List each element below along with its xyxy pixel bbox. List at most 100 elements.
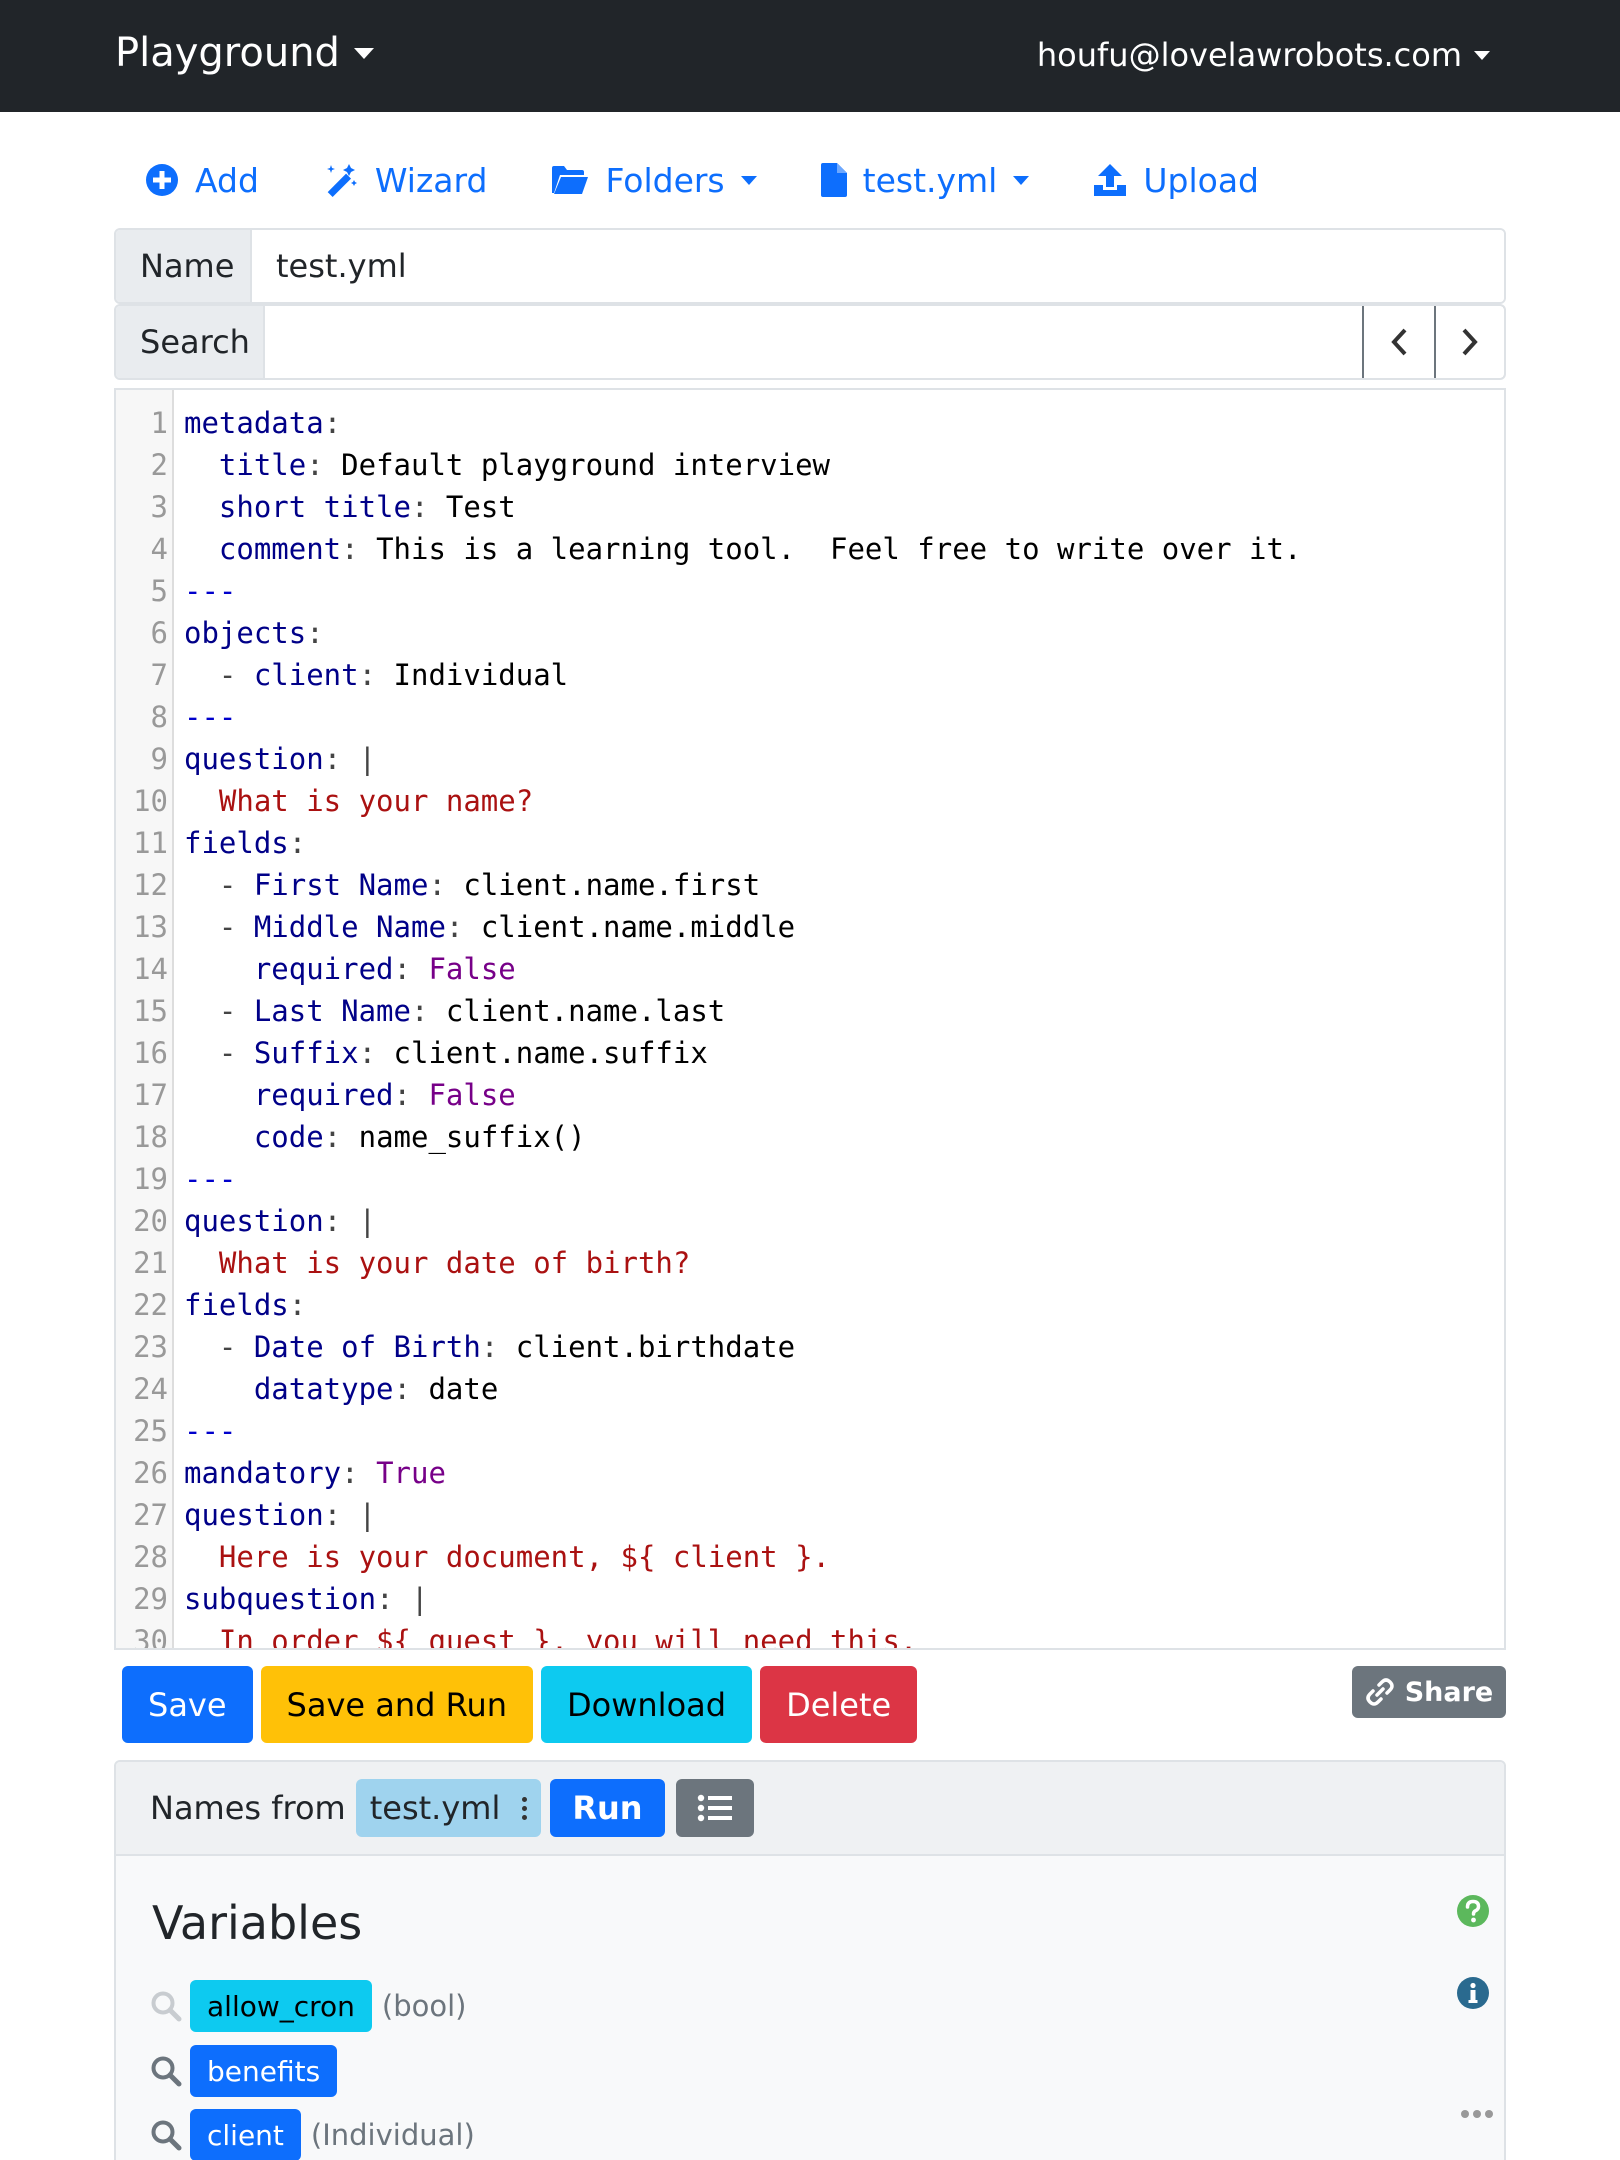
question-circle-icon[interactable] (1456, 1894, 1490, 1928)
code-text: --- (174, 696, 236, 738)
file-dropdown[interactable]: test.yml (820, 160, 1030, 200)
chevron-down-icon (1013, 175, 1030, 185)
code-token: required (253, 1078, 394, 1112)
playground-toolbar: Add Wizard Folders test.yml Upload (145, 158, 1323, 202)
line-number: 14 (133, 952, 168, 986)
code-text: fields: (174, 1284, 306, 1326)
code-token: : (410, 994, 446, 1028)
share-button[interactable]: Share (1352, 1666, 1506, 1718)
code-token: - (218, 910, 254, 944)
search-input[interactable] (265, 306, 1362, 378)
code-token: Date of Birth (253, 1330, 481, 1364)
names-file-select[interactable]: test.yml (355, 1779, 542, 1837)
code-token: True (376, 1456, 446, 1490)
add-button[interactable]: Add (145, 161, 259, 200)
code-line: 4 comment: This is a learning tool. Feel… (116, 528, 1504, 570)
code-line: 23 - Date of Birth: client.birthdate (116, 1326, 1504, 1368)
upload-button[interactable]: Upload (1093, 161, 1259, 200)
code-token: date (428, 1372, 499, 1406)
list-icon (697, 1794, 732, 1822)
magnifier-icon[interactable] (150, 2055, 182, 2087)
line-number: 29 (133, 1582, 168, 1616)
code-token: question (184, 1498, 324, 1532)
code-text: question: | (174, 1200, 376, 1242)
list-button[interactable] (675, 1779, 754, 1837)
save-and-run-button[interactable]: Save and Run (260, 1666, 533, 1743)
code-token: Individual (393, 658, 569, 692)
line-number: 21 (133, 1246, 168, 1280)
code-text: --- (174, 1410, 236, 1452)
code-token: - (218, 994, 254, 1028)
line-number: 7 (150, 658, 168, 692)
upload-label: Upload (1143, 160, 1259, 200)
magnifier-icon[interactable] (150, 2119, 182, 2151)
user-email: houfu@lovelawrobots.com (1036, 36, 1462, 74)
variable-name[interactable]: client (190, 2109, 301, 2160)
delete-button[interactable]: Delete (760, 1666, 918, 1743)
magnifier-icon[interactable] (150, 1990, 182, 2022)
code-token: --- (184, 700, 237, 734)
info-circle-icon[interactable] (1456, 1976, 1490, 2010)
folders-dropdown[interactable]: Folders (551, 160, 757, 200)
line-number: 10 (133, 784, 168, 818)
code-token: metadata (184, 406, 324, 440)
code-editor[interactable]: 1 metadata: 2 title: Default playground in… (114, 388, 1506, 1650)
code-token: What is your name? (184, 784, 534, 818)
code-token: : (393, 1078, 429, 1112)
wizard-button[interactable]: Wizard (323, 161, 487, 200)
variable-name[interactable]: benefits (190, 2045, 338, 2097)
user-menu[interactable]: houfu@lovelawrobots.com (1037, 36, 1490, 74)
add-label: Add (195, 160, 259, 200)
code-token: - (218, 1330, 254, 1364)
search-previous-button[interactable] (1364, 306, 1434, 378)
ellipsis-icon[interactable] (1460, 2108, 1494, 2120)
code-token: In order ${ quest }, you will need this. (184, 1624, 918, 1650)
code-text: required: False (174, 948, 516, 990)
run-button[interactable]: Run (550, 1779, 665, 1837)
code-token: : (428, 868, 464, 902)
code-line: 25 --- (116, 1410, 1504, 1452)
code-line: 16 - Suffix: client.name.suffix (116, 1032, 1504, 1074)
code-line: 13 - Middle Name: client.name.middle (116, 906, 1504, 948)
line-number: 1 (150, 406, 168, 440)
download-button[interactable]: Download (541, 1666, 753, 1743)
code-line: 3 short title: Test (116, 486, 1504, 528)
folder-open-icon (552, 166, 589, 194)
code-token: What is your date of birth? (184, 1246, 691, 1280)
code-text: required: False (174, 1074, 516, 1116)
code-token: Default playground interview (341, 448, 831, 482)
code-token: : (341, 532, 377, 566)
code-token: Here is your document, ${ client }. (184, 1540, 831, 1574)
code-text: --- (174, 570, 236, 612)
magic-wand-icon (326, 164, 357, 198)
code-line: 30 In order ${ quest }, you will need th… (116, 1620, 1504, 1650)
folders-label: Folders (605, 160, 725, 200)
file-icon (820, 163, 847, 197)
navbar: Playground houfu@lovelawrobots.com (0, 0, 1620, 112)
code-text: - Date of Birth: client.birthdate (174, 1326, 795, 1368)
line-number: 16 (133, 1036, 168, 1070)
code-line: 21 What is your date of birth? (116, 1242, 1504, 1284)
variable-type: (Individual) (310, 2118, 475, 2152)
line-number: 30 (133, 1624, 168, 1650)
code-token: : (341, 1456, 377, 1490)
code-line: 1 metadata: (116, 402, 1504, 444)
chevron-down-icon (1474, 50, 1490, 60)
file-label: test.yml (862, 160, 998, 200)
brand-dropdown[interactable]: Playground (115, 30, 374, 76)
code-text: mandatory: True (174, 1452, 446, 1494)
variable-name[interactable]: allow_cron (190, 1980, 372, 2032)
search-next-button[interactable] (1434, 306, 1504, 378)
line-number: 17 (133, 1078, 168, 1112)
code-token: : (358, 658, 394, 692)
name-field[interactable] (252, 230, 1504, 302)
code-text: Here is your document, ${ client }. (174, 1536, 830, 1578)
code-token: : | (323, 1204, 377, 1238)
code-token: comment (218, 532, 342, 566)
save-button[interactable]: Save (122, 1666, 253, 1743)
line-number: 22 (133, 1288, 168, 1322)
line-number: 18 (133, 1120, 168, 1154)
